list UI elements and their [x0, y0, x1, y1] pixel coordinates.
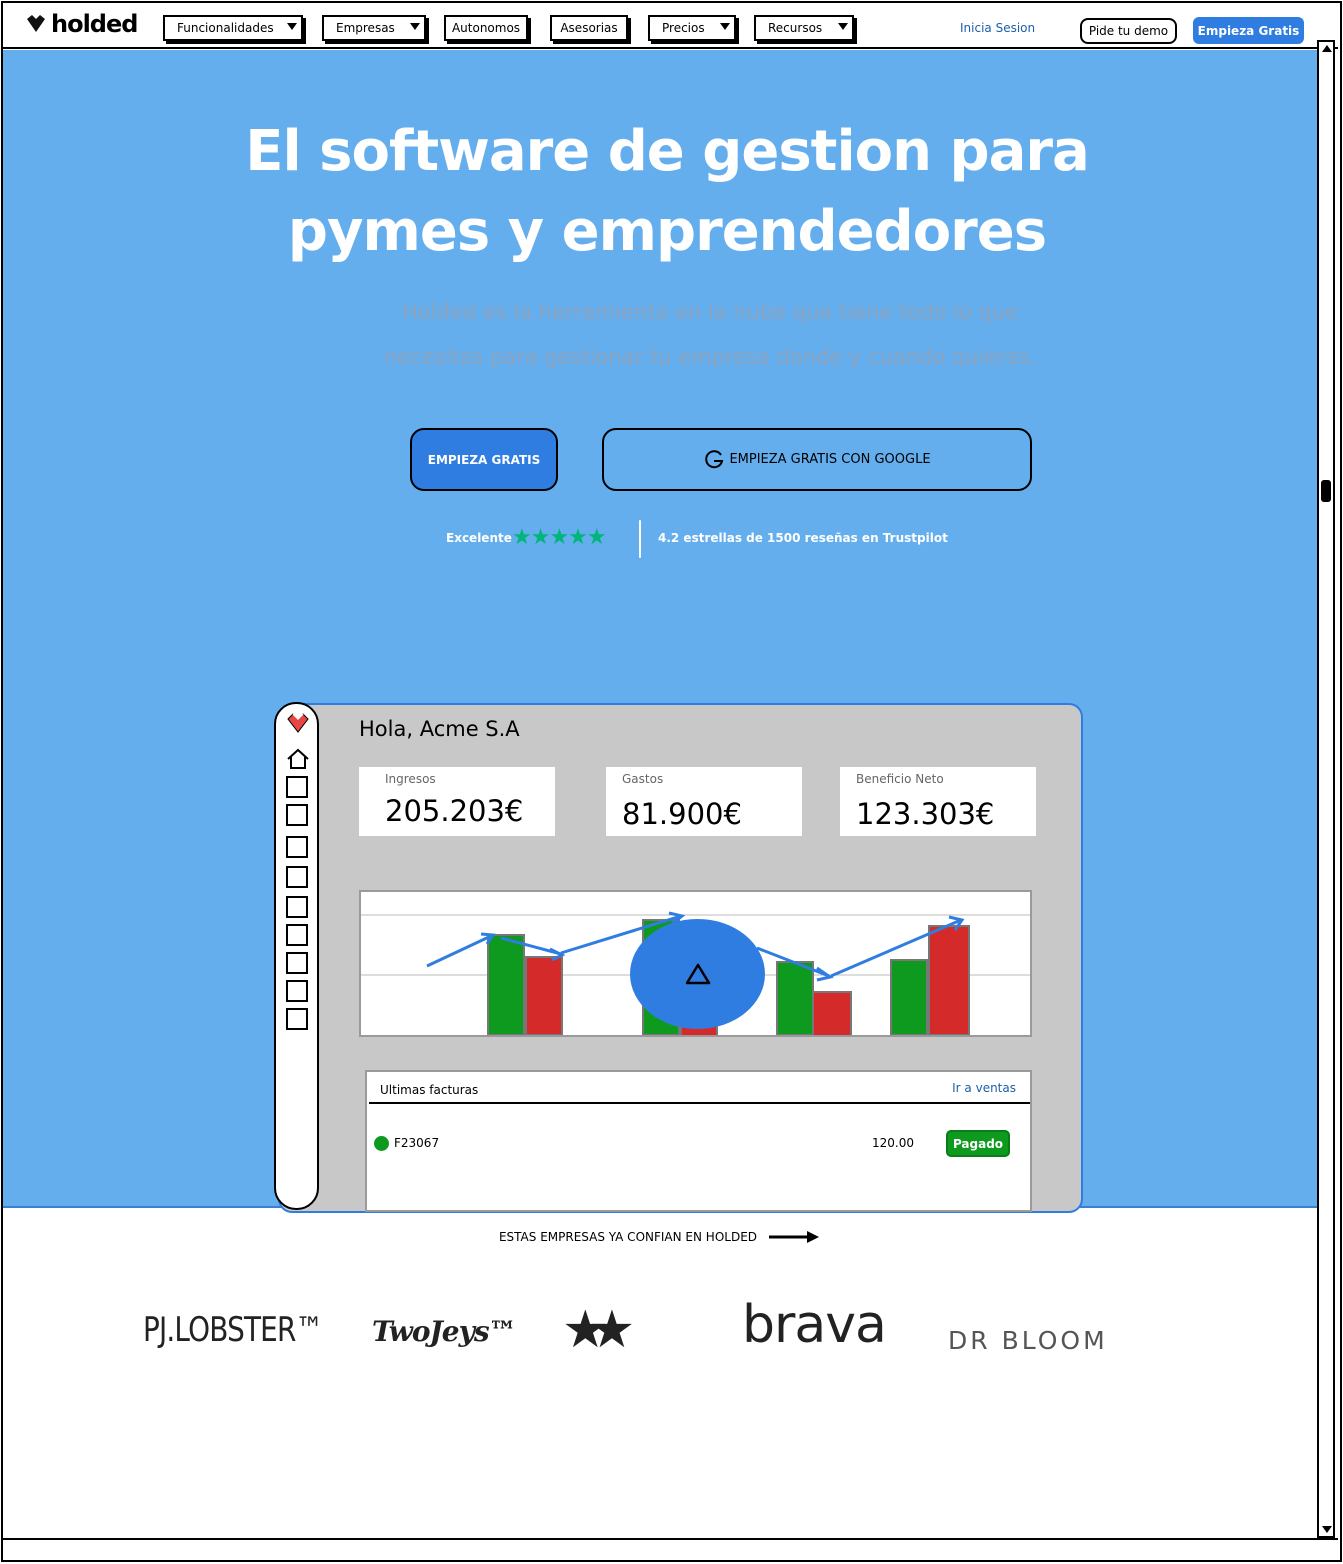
nav-menu-empresas[interactable]: Empresas: [322, 15, 426, 41]
kpi-card-income: Ingresos 205.203€: [359, 767, 555, 836]
brand-logo-brava: brava: [742, 1295, 887, 1355]
trustpilot-rating: Excelente ★★★★★ 4.2 estrellas de 1500 re…: [0, 518, 1334, 558]
google-signup-button[interactable]: EMPIEZA GRATIS CON GOOGLE: [602, 428, 1032, 491]
sidebar-nav-item-icon[interactable]: [286, 952, 308, 974]
twojeys-stars-icon: ★★: [562, 1300, 635, 1360]
sidebar-nav-item-icon[interactable]: [286, 980, 308, 1002]
invoice-id: F23067: [394, 1136, 440, 1150]
brand-logo-twojeys: TwoJeys™: [372, 1315, 517, 1348]
google-signup-label: EMPIEZA GRATIS CON GOOGLE: [729, 452, 931, 467]
hero-subtitle: Holded es la herramienta en la nube que …: [383, 300, 1037, 369]
go-to-sales-link[interactable]: Ir a ventas: [952, 1081, 1016, 1095]
divider: [639, 520, 641, 558]
kpi-value: 123.303€: [856, 797, 995, 831]
holded-logo-icon: [27, 15, 45, 32]
vertical-scrollbar[interactable]: [1317, 40, 1335, 1538]
chevron-down-icon: [410, 23, 420, 30]
sidebar-nav-item-icon[interactable]: [286, 1008, 308, 1030]
dashboard-greeting: Hola, Acme S.A: [359, 717, 520, 741]
top-navigation: holded Funcionalidades Empresas Autonomo…: [3, 3, 1338, 49]
scroll-down-icon[interactable]: [1322, 1526, 1332, 1533]
nav-menu-autonomos[interactable]: Autonomos: [444, 15, 528, 41]
hero-title-line2: pymes y emprendedores: [287, 199, 1047, 264]
kpi-card-expenses: Gastos 81.900€: [606, 767, 802, 836]
kpi-label: Gastos: [622, 772, 664, 786]
nav-menu-label: Empresas: [336, 21, 395, 35]
rating-text: 4.2 estrellas de 1500 reseñas en Trustpi…: [658, 531, 948, 545]
rating-label: Excelente: [446, 531, 512, 545]
sidebar-nav-item-icon[interactable]: [286, 804, 308, 826]
kpi-label: Ingresos: [385, 772, 436, 786]
brand-logo-pj-lobster: PJ.LOBSTER™: [143, 1310, 323, 1350]
nav-menu-precios[interactable]: Precios: [648, 15, 736, 41]
sidebar-nav-item-icon[interactable]: [286, 924, 308, 946]
trusted-companies-text: ESTAS EMPRESAS YA CONFIAN EN HOLDED: [498, 1230, 758, 1244]
kpi-value: 205.203€: [385, 794, 524, 828]
start-free-cta-button[interactable]: EMPIEZA GRATIS: [410, 428, 558, 491]
status-dot-icon: [374, 1136, 389, 1151]
nav-menu-label: Asesorias: [560, 21, 618, 35]
google-g-icon: [705, 449, 724, 468]
hero-title: El software de gestion para pymes y empr…: [0, 112, 1334, 272]
chart-bar-green: [776, 961, 814, 1036]
trusted-companies-banner: ESTAS EMPRESAS YA CONFIAN EN HOLDED: [0, 1230, 1320, 1244]
play-triangle-icon: [685, 963, 710, 985]
nav-menu-label: Recursos: [768, 21, 823, 35]
kpi-label: Beneficio Neto: [856, 772, 944, 786]
start-free-button[interactable]: Empieza Gratis: [1193, 17, 1304, 44]
hero-title-line1: El software de gestion para: [245, 119, 1090, 184]
bottom-border: [3, 1538, 1338, 1540]
chart-bar-red: [928, 925, 970, 1036]
chart-bar-red: [525, 956, 563, 1036]
kpi-value: 81.900€: [622, 797, 742, 831]
nav-menu-recursos[interactable]: Recursos: [754, 15, 854, 41]
dashboard-sidebar: [274, 702, 319, 1210]
home-icon[interactable]: [285, 748, 311, 770]
status-badge: Pagado: [946, 1130, 1010, 1157]
latest-invoices-panel: Ultimas facturas Ir a ventas F23067 120.…: [365, 1070, 1032, 1212]
nav-menu-asesorias[interactable]: Asesorias: [550, 15, 628, 41]
nav-menu-funcionalidades[interactable]: Funcionalidades: [163, 15, 303, 41]
holded-logo-icon: [287, 713, 309, 733]
chart-bar-red: [812, 991, 852, 1039]
scroll-up-icon[interactable]: [1322, 45, 1332, 52]
divider: [369, 1102, 1030, 1104]
sidebar-nav-item-icon[interactable]: [286, 776, 308, 798]
sidebar-nav-item-icon[interactable]: [286, 836, 308, 858]
chevron-down-icon: [287, 23, 297, 30]
chevron-down-icon: [838, 23, 848, 30]
play-video-button[interactable]: [630, 919, 765, 1029]
invoice-amount: 120.00: [872, 1136, 914, 1150]
holded-logo[interactable]: holded: [25, 10, 138, 38]
nav-menu-label: Funcionalidades: [177, 21, 274, 35]
scrollbar-thumb[interactable]: [1321, 480, 1331, 502]
logo-text: holded: [51, 10, 138, 38]
login-link[interactable]: Inicia Sesion: [960, 21, 1035, 35]
sidebar-nav-item-icon[interactable]: [286, 866, 308, 888]
chevron-down-icon: [720, 23, 730, 30]
kpi-card-net-profit: Beneficio Neto 123.303€: [840, 767, 1036, 836]
nav-menu-label: Autonomos: [451, 21, 521, 35]
invoices-title: Ultimas facturas: [380, 1083, 479, 1097]
star-rating-icon: ★★★★★: [512, 525, 607, 550]
nav-menu-label: Precios: [662, 21, 705, 35]
sidebar-nav-item-icon[interactable]: [286, 896, 308, 918]
brand-logo-dr-bloom: DR BLOOM: [948, 1326, 1108, 1355]
chart-bar-green: [487, 934, 525, 1036]
request-demo-button[interactable]: Pide tu demo: [1080, 18, 1177, 44]
chart-bar-green: [890, 959, 928, 1036]
arrow-right-icon: [769, 1231, 820, 1243]
